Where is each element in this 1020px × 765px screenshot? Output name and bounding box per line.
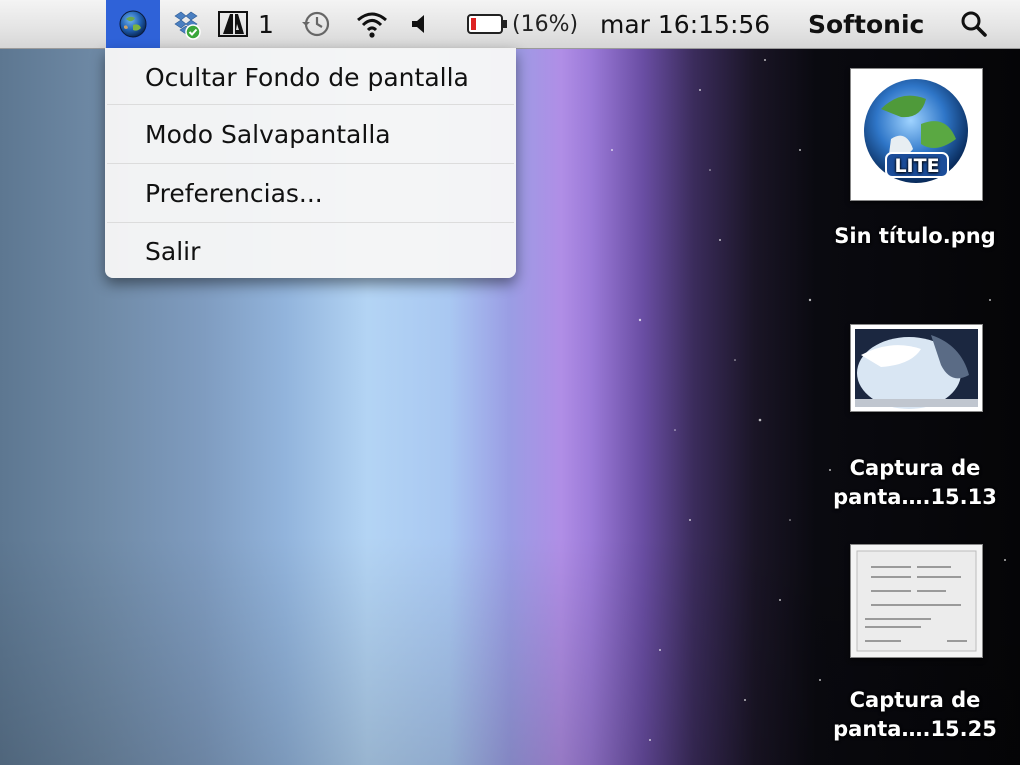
desktop-file-captura-1513[interactable]: Captura de panta….15.13 xyxy=(815,322,1015,512)
lite-badge: LITE xyxy=(894,155,939,177)
earth-menu-extra[interactable] xyxy=(106,0,160,48)
wifi-status[interactable] xyxy=(352,0,392,48)
clock-text: mar 16:15:56 xyxy=(600,9,771,39)
file-label-line2: panta….15.25 xyxy=(833,717,997,741)
battery-status[interactable]: (16%) xyxy=(466,0,581,48)
dropbox-status[interactable] xyxy=(167,0,203,48)
menu-item-label: Preferencias... xyxy=(145,178,323,208)
file-thumbnail xyxy=(850,544,983,658)
time-machine-icon xyxy=(302,11,330,37)
desktop-file-captura-1525[interactable]: Captura de panta….15.25 xyxy=(815,542,1015,742)
dropbox-icon xyxy=(174,11,201,40)
desktop-file-sin-titulo[interactable]: LITE Sin título.png xyxy=(815,66,1015,256)
earth-globe-icon xyxy=(119,10,147,38)
file-thumbnail: LITE xyxy=(850,68,983,201)
adobe-count: 1 xyxy=(258,9,274,39)
menu-item-hide-wallpaper[interactable]: Ocultar Fondo de pantalla xyxy=(105,48,516,106)
adobe-icon xyxy=(218,11,248,37)
menu-item-quit[interactable]: Salir xyxy=(105,222,516,280)
volume-icon xyxy=(412,15,424,33)
user-name: Softonic xyxy=(808,9,925,39)
time-machine-status[interactable] xyxy=(298,0,334,48)
file-label-line1: Captura de xyxy=(849,688,981,712)
battery-percent: (16%) xyxy=(512,11,579,37)
menu-item-preferences[interactable]: Preferencias... xyxy=(105,164,516,222)
battery-icon xyxy=(467,14,507,34)
menu-item-label: Modo Salvapantalla xyxy=(145,119,391,149)
spotlight-button[interactable] xyxy=(958,0,990,48)
volume-status[interactable] xyxy=(406,0,432,48)
earth-dropdown-menu: Ocultar Fondo de pantalla Modo Salvapant… xyxy=(105,48,516,278)
adobe-updater-status[interactable]: 1 xyxy=(218,0,274,48)
menu-item-screensaver-mode[interactable]: Modo Salvapantalla xyxy=(105,105,516,163)
screenshot-preview xyxy=(855,329,978,409)
file-label-line2: panta….15.13 xyxy=(833,485,997,509)
menu-item-label: Ocultar Fondo de pantalla xyxy=(145,62,469,92)
menu-bar: 1 (16%) mar 16:15:56 Softonic xyxy=(0,0,1020,49)
wifi-icon xyxy=(357,12,387,38)
file-thumbnail xyxy=(850,324,983,412)
menu-item-label: Salir xyxy=(145,236,201,266)
screenshot-preview xyxy=(856,550,977,652)
file-label-line1: Captura de xyxy=(849,456,981,480)
file-label: Sin título.png xyxy=(834,224,996,248)
user-menu[interactable]: Softonic xyxy=(808,0,924,48)
spotlight-search-icon xyxy=(961,11,987,37)
earth-lite-app-icon: LITE xyxy=(864,79,968,183)
clock[interactable]: mar 16:15:56 xyxy=(600,0,770,48)
